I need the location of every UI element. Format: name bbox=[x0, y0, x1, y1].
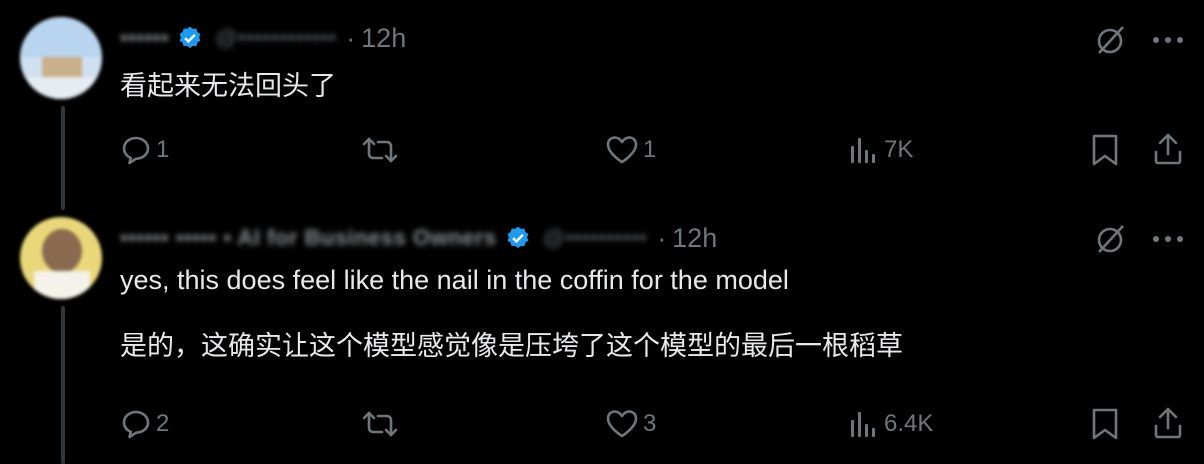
grok-icon[interactable] bbox=[1093, 22, 1129, 63]
reply-count: 2 bbox=[156, 410, 170, 437]
bookmark-icon bbox=[1090, 408, 1120, 440]
like-button[interactable]: 3 bbox=[605, 408, 656, 440]
timestamp[interactable]: 12h bbox=[361, 23, 406, 54]
more-icon[interactable] bbox=[1151, 33, 1185, 51]
reply-button[interactable]: 1 bbox=[120, 134, 169, 166]
reply-button[interactable]: 2 bbox=[120, 408, 169, 440]
verified-badge-icon bbox=[177, 25, 203, 51]
like-icon bbox=[605, 134, 639, 166]
repost-icon bbox=[360, 408, 400, 440]
like-count: 1 bbox=[643, 136, 657, 163]
repost-button[interactable] bbox=[360, 134, 404, 166]
post-header: •••••• @•••••••••••• · 12h bbox=[120, 18, 406, 58]
views-icon bbox=[848, 408, 880, 440]
share-icon bbox=[1152, 406, 1184, 440]
post-translation: 是的，这确实让这个模型感觉像是压垮了这个模型的最后一根稻草 bbox=[120, 331, 903, 361]
timestamp[interactable]: 12h bbox=[672, 223, 717, 254]
reply-count: 1 bbox=[156, 136, 170, 163]
like-count: 3 bbox=[643, 410, 657, 437]
repost-icon bbox=[360, 134, 400, 166]
bookmark-button[interactable] bbox=[1090, 408, 1120, 440]
views-button[interactable]: 6.4K bbox=[848, 408, 933, 440]
views-count: 7K bbox=[884, 136, 914, 163]
more-icon[interactable] bbox=[1151, 232, 1185, 250]
thread-line bbox=[61, 306, 65, 464]
grok-icon[interactable] bbox=[1093, 221, 1129, 262]
views-count: 6.4K bbox=[884, 410, 934, 437]
bookmark-button[interactable] bbox=[1090, 134, 1120, 166]
share-icon bbox=[1152, 132, 1184, 166]
bookmark-icon bbox=[1090, 134, 1120, 166]
like-icon bbox=[605, 408, 639, 440]
reply-icon bbox=[120, 134, 152, 166]
post-text: 看起来无法回头了 bbox=[120, 71, 336, 101]
handle[interactable]: @•••••••••••• bbox=[215, 25, 336, 51]
repost-button[interactable] bbox=[360, 408, 404, 440]
verified-badge-icon bbox=[505, 225, 531, 251]
avatar[interactable] bbox=[20, 17, 102, 99]
views-icon bbox=[848, 134, 880, 166]
like-button[interactable]: 1 bbox=[605, 134, 656, 166]
handle[interactable]: @•••••••••• bbox=[543, 225, 648, 251]
post-text: yes, this does feel like the nail in the… bbox=[120, 265, 789, 295]
display-name[interactable]: •••••• ••••• • AI for Business Owners bbox=[120, 225, 497, 251]
reply-icon bbox=[120, 408, 152, 440]
display-name[interactable]: •••••• bbox=[120, 25, 169, 51]
share-button[interactable] bbox=[1152, 406, 1184, 440]
share-button[interactable] bbox=[1152, 132, 1184, 166]
thread-line bbox=[61, 106, 65, 210]
separator-dot: · bbox=[657, 222, 667, 253]
separator-dot: · bbox=[346, 22, 356, 53]
post-header: •••••• ••••• • AI for Business Owners @•… bbox=[120, 218, 717, 258]
avatar[interactable] bbox=[20, 217, 102, 299]
views-button[interactable]: 7K bbox=[848, 134, 913, 166]
